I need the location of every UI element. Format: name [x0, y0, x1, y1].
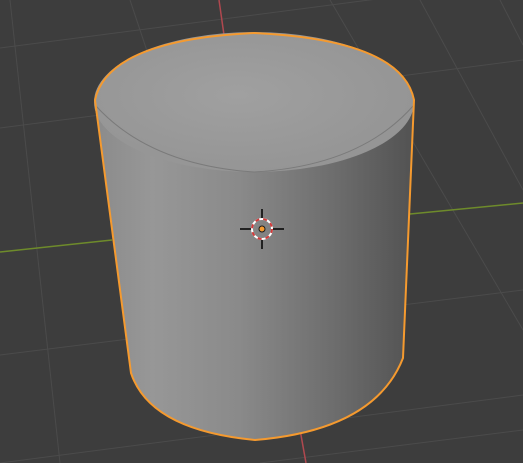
object-origin-dot	[258, 225, 266, 233]
viewport-canvas[interactable]	[0, 0, 523, 463]
3d-viewport[interactable]	[0, 0, 523, 463]
